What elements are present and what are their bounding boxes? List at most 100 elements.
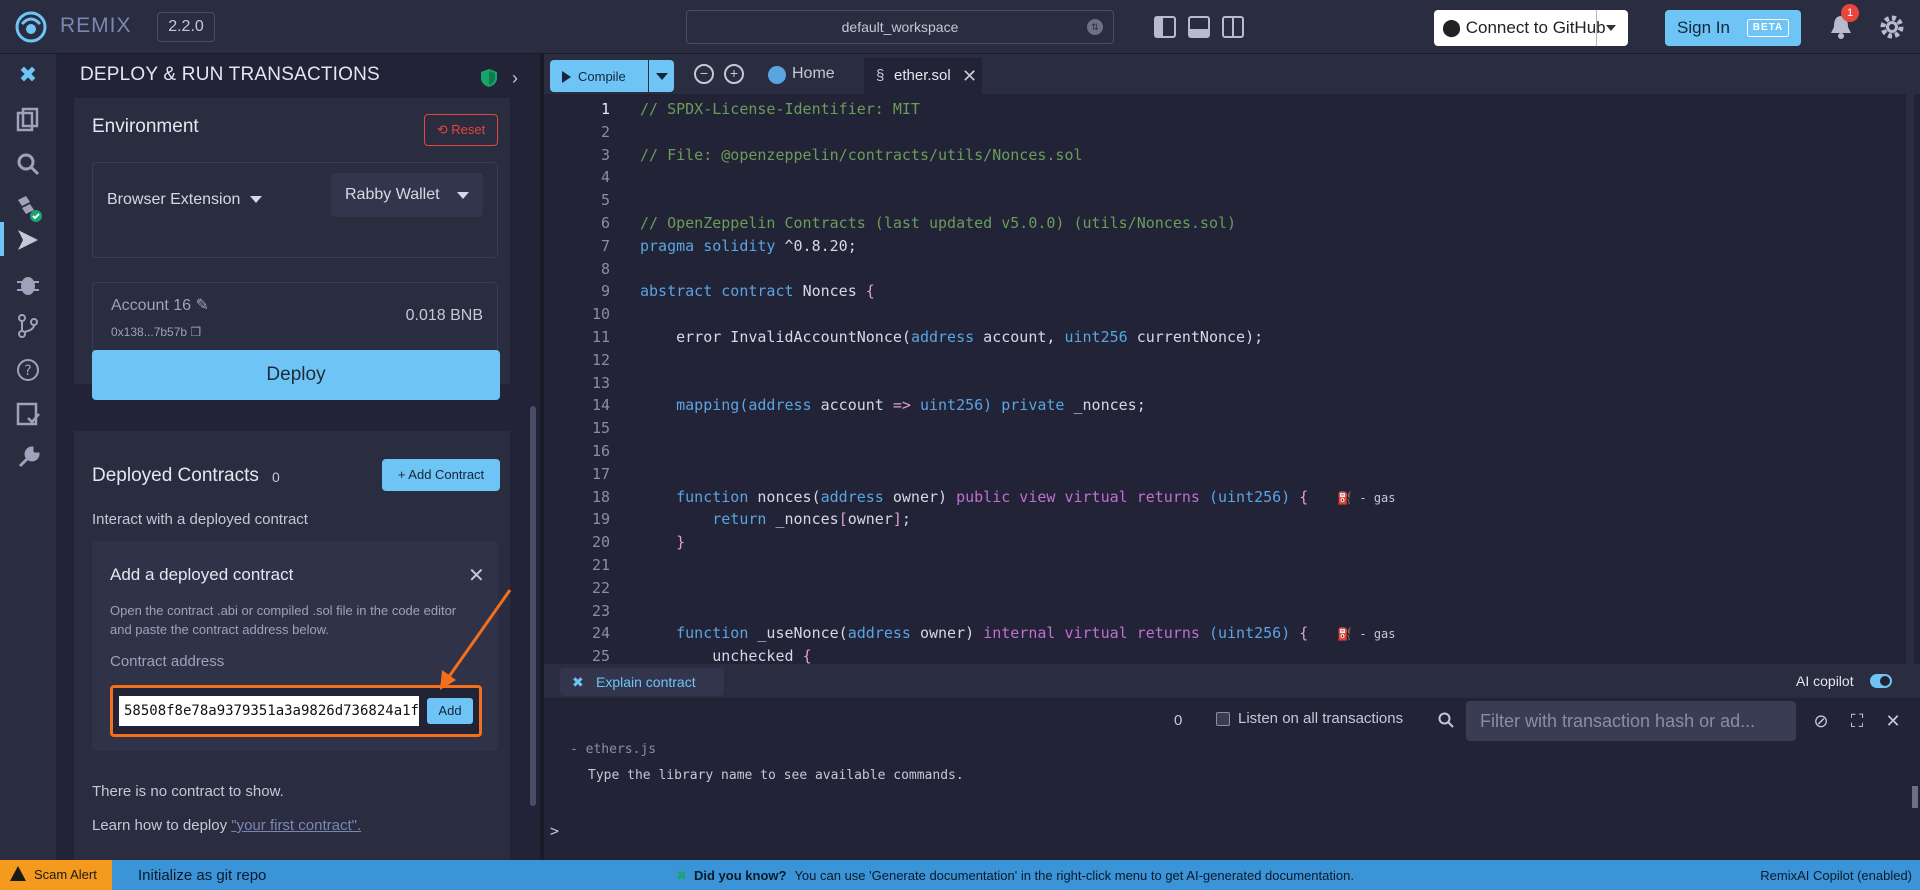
remix-ai-icon: ✖ <box>676 868 687 883</box>
toggle-right-panel-icon[interactable] <box>1222 16 1244 38</box>
add-address-button[interactable]: Add <box>427 698 473 724</box>
line-number: 7 <box>600 236 610 255</box>
init-git-button[interactable]: Initialize as git repo <box>138 867 266 884</box>
provider-select[interactable]: Browser Extension <box>107 191 263 209</box>
line-number: 6 <box>600 214 610 232</box>
close-terminal-icon[interactable]: ✕ <box>1884 712 1902 730</box>
close-tab-icon[interactable]: ✕ <box>962 58 977 94</box>
shield-icon <box>481 69 497 87</box>
tab-home[interactable]: Home <box>760 54 849 94</box>
account-box[interactable]: Account 16 ✎ 0x138...7b57b ❐ 0.018 BNB <box>92 282 498 352</box>
deploy-button[interactable]: Deploy <box>92 350 500 400</box>
close-icon[interactable]: ✕ <box>468 563 485 588</box>
code-token: account <box>811 396 893 415</box>
zoom-in-icon[interactable]: + <box>724 64 744 84</box>
connect-github-button[interactable]: ⬤ Connect to GitHub <box>1434 10 1628 46</box>
line-number: 14 <box>591 396 610 415</box>
transaction-filter-input[interactable] <box>1466 701 1796 741</box>
code-token: address <box>847 624 911 643</box>
workspace-select[interactable]: default_workspace ⇅ <box>686 10 1114 44</box>
maximize-icon[interactable]: ⛶ <box>1848 712 1866 730</box>
copilot-status[interactable]: RemixAI Copilot (enabled) <box>1760 868 1912 883</box>
chevron-down-icon[interactable] <box>1606 25 1616 31</box>
line-number: 18 <box>591 487 610 506</box>
code-token: unchecked <box>640 647 803 664</box>
warning-icon <box>10 866 26 881</box>
search-icon[interactable] <box>14 150 42 178</box>
panel-scrollbar[interactable] <box>530 406 536 806</box>
code-line: error InvalidAccountNonce(address accoun… <box>640 328 1263 346</box>
chevron-down-icon <box>457 192 469 199</box>
explain-label: Explain contract <box>596 674 696 690</box>
environment-box: Browser Extension Rabby Wallet <box>92 162 498 258</box>
help-icon[interactable]: ? <box>14 356 42 384</box>
solidity-compiler-icon[interactable] <box>14 194 42 222</box>
remix-ai-icon[interactable]: ✖ <box>14 62 42 90</box>
line-number: 5 <box>600 191 610 210</box>
code-token: uint256) private <box>910 396 1065 415</box>
clear-console-icon[interactable]: ⊘ <box>1812 712 1830 730</box>
zoom-out-icon[interactable]: − <box>694 64 714 84</box>
file-explorer-icon[interactable] <box>14 106 42 134</box>
toggle-left-panel-icon[interactable] <box>1154 16 1176 38</box>
debugger-icon[interactable] <box>14 270 42 298</box>
terminal-line: - ethers.js <box>570 742 657 757</box>
gear-icon[interactable] <box>1879 14 1905 40</box>
sign-in-button[interactable]: Sign In BETA <box>1665 10 1801 46</box>
code-token: ^0.8.20; <box>784 236 857 255</box>
code-token: { <box>1299 487 1309 506</box>
icon-rail: ✖ ? <box>0 54 56 860</box>
tab-ether-sol[interactable]: § ether.sol ✕ <box>864 58 982 94</box>
explain-contract-button[interactable]: ✖ Explain contract <box>560 668 724 696</box>
terminal-output[interactable]: - ethers.js Type the library name to see… <box>544 742 1920 860</box>
tab-file-label: ether.sol <box>894 67 951 84</box>
plugin-manager-icon[interactable] <box>14 444 42 472</box>
code-line: // OpenZeppelin Contracts (last updated … <box>640 214 1236 232</box>
pencil-icon[interactable]: ✎ <box>196 297 209 314</box>
gas-estimate: ⛽ - gas <box>1308 490 1396 505</box>
code-token: (uint256) <box>1208 487 1300 506</box>
git-icon[interactable] <box>14 312 42 340</box>
deploy-run-icon[interactable] <box>14 226 42 254</box>
scam-alert-button[interactable]: Scam Alert <box>0 860 112 890</box>
code-token: ; <box>901 510 911 529</box>
reset-button[interactable]: ⟲ Reset <box>424 114 498 146</box>
scam-label: Scam Alert <box>34 867 97 882</box>
did-you-know-tip: ✖ Did you know? You can use 'Generate docu… <box>676 868 1354 883</box>
reset-label: Reset <box>451 122 486 137</box>
remix-logo-icon[interactable] <box>14 10 48 44</box>
code-editor[interactable]: // SPDX-License-Identifier: MIT // File: … <box>614 94 1904 664</box>
version-badge: 2.2.0 <box>157 12 215 42</box>
line-number: 19 <box>591 510 610 529</box>
compile-label: Compile <box>578 69 626 84</box>
status-bar: Scam Alert Initialize as git repo ✖ Did y… <box>0 860 1920 890</box>
first-contract-link[interactable]: "your first contract". <box>231 817 361 834</box>
chevron-right-icon[interactable]: › <box>512 68 526 88</box>
chevron-down-icon[interactable] <box>656 73 668 80</box>
compile-button[interactable]: Compile <box>550 60 674 92</box>
copy-icon[interactable]: ❐ <box>190 325 201 339</box>
terminal-scrollbar[interactable] <box>1912 786 1918 808</box>
verify-icon[interactable] <box>14 400 42 428</box>
add-contract-button[interactable]: + Add Contract <box>382 459 500 491</box>
code-token: owner) <box>883 487 957 506</box>
line-number: 16 <box>591 442 610 460</box>
provider-label: Browser Extension <box>107 191 241 208</box>
wallet-select[interactable]: Rabby Wallet <box>331 173 483 217</box>
contract-address-input[interactable]: 58508f8e78a9379351a3a9826d736824a1f <box>119 696 419 726</box>
code-token: Nonces <box>802 282 866 301</box>
code-token: } <box>640 533 686 552</box>
listen-checkbox[interactable] <box>1216 712 1230 726</box>
code-line: function nonces(address owner) public vi… <box>640 487 1396 506</box>
ai-copilot-toggle[interactable] <box>1870 674 1892 688</box>
code-token: { <box>802 647 812 664</box>
svg-text:?: ? <box>24 363 31 379</box>
code-token: currentNonce); <box>1127 328 1264 346</box>
editor-scrollbar[interactable] <box>1906 94 1914 664</box>
toggle-bottom-panel-icon[interactable] <box>1188 16 1210 38</box>
terminal-prompt[interactable]: > <box>550 822 559 840</box>
active-indicator <box>0 222 4 256</box>
line-number: 3 <box>600 145 610 164</box>
code-line: pragma solidity ^0.8.20; <box>640 237 857 255</box>
code-line: // File: @openzeppelin/contracts/utils/N… <box>640 146 1083 164</box>
